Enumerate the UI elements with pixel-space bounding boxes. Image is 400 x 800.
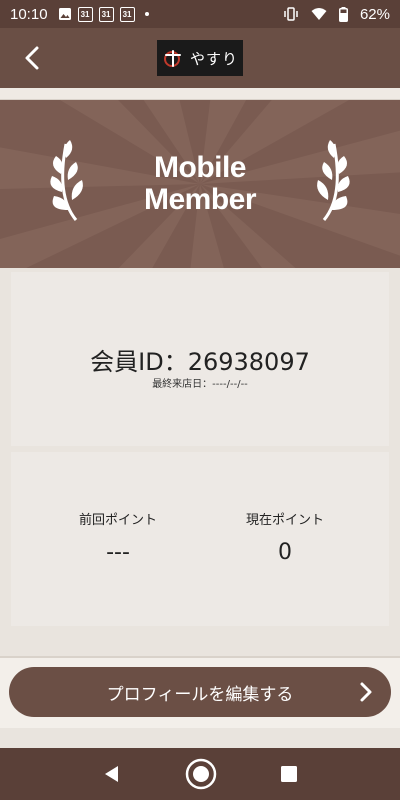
chevron-right-icon <box>360 682 372 702</box>
member-id: 会員ID：26938097 <box>90 348 310 376</box>
member-banner: Mobile Member <box>0 100 400 268</box>
battery-icon <box>338 6 348 22</box>
member-id-card: 会員ID：26938097 最終来店日：----/--/-- <box>11 272 389 446</box>
header-separator <box>0 88 400 100</box>
notification-dot-icon <box>144 12 149 16</box>
back-arrow-icon <box>25 46 39 70</box>
current-points-value: 0 <box>278 540 292 565</box>
nav-home-icon[interactable] <box>185 758 217 790</box>
edit-profile-button[interactable]: プロフィールを編集する <box>9 667 391 717</box>
status-bar: 10:10 31 31 31 62% <box>0 0 400 28</box>
system-nav-bar <box>0 748 400 800</box>
wifi-icon <box>311 7 327 21</box>
logo-mark-icon <box>163 50 181 67</box>
status-time: 10:10 <box>10 5 48 23</box>
previous-points-value: --- <box>106 540 130 565</box>
last-visit-date: 最終来店日：----/--/-- <box>152 379 248 390</box>
points-card: 前回ポイント --- 現在ポイント 0 <box>11 452 389 626</box>
current-points-label: 現在ポイント <box>245 513 324 528</box>
banner-title: Mobile Member <box>0 152 400 216</box>
calendar-icon: 31 <box>77 6 93 22</box>
back-button[interactable] <box>16 42 48 74</box>
gallery-icon <box>58 7 72 21</box>
calendar-icon: 31 <box>98 6 114 22</box>
nav-back-icon[interactable] <box>102 764 122 784</box>
battery-percent: 62% <box>359 5 390 23</box>
banner-title-line1: Mobile <box>154 151 247 184</box>
app-header: やすり <box>0 28 400 88</box>
calendar-icon: 31 <box>119 6 135 22</box>
nav-recents-icon[interactable] <box>280 765 298 783</box>
previous-points-label: 前回ポイント <box>78 513 157 528</box>
banner-title-line2: Member <box>143 183 257 216</box>
edit-profile-label: プロフィールを編集する <box>106 684 294 705</box>
brand-logo: やすり <box>157 40 243 76</box>
vibrate-icon <box>283 7 299 21</box>
logo-text: やすり <box>189 49 238 68</box>
